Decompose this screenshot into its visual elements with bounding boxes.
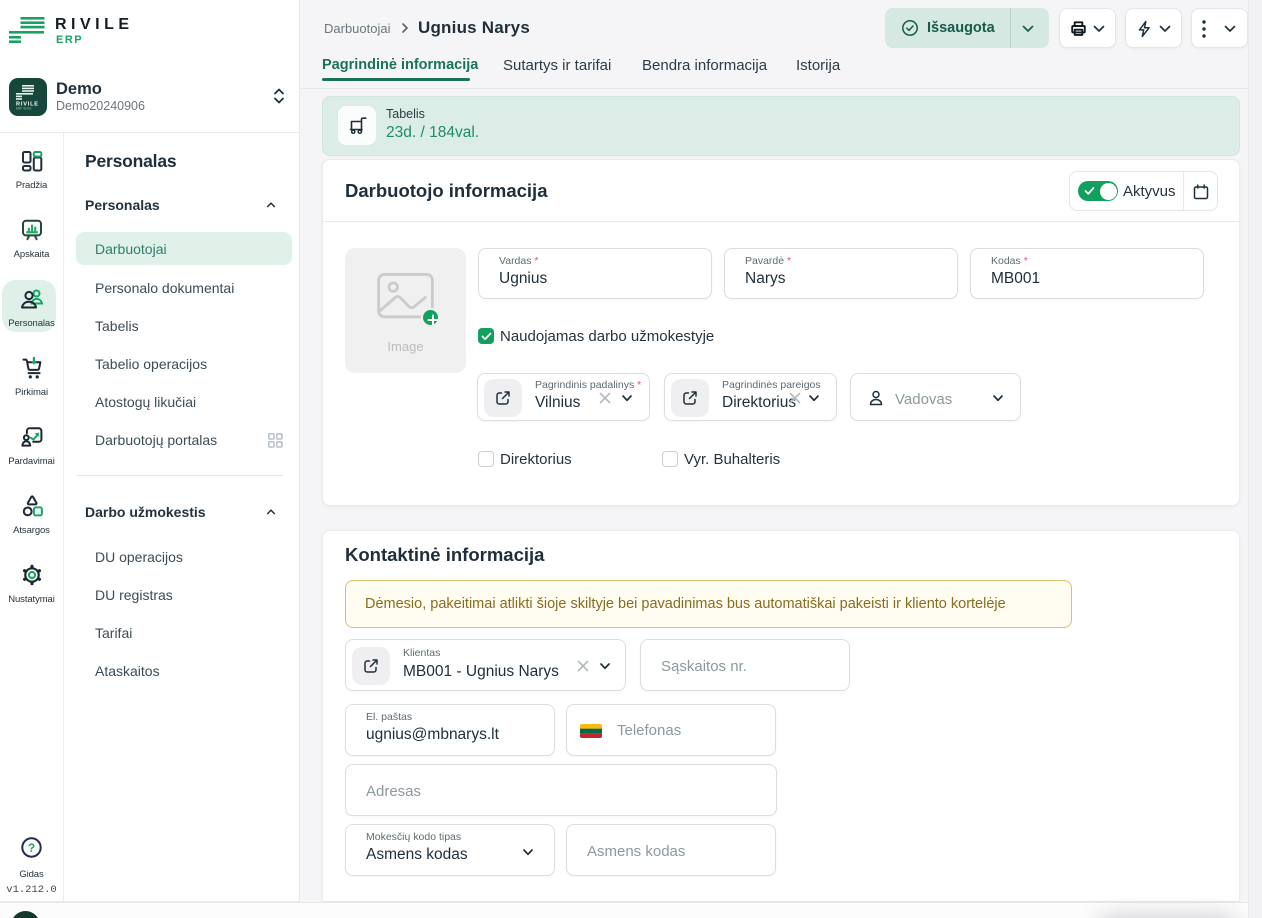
- svg-text:?: ?: [28, 841, 35, 855]
- svg-text:ERP demo: ERP demo: [16, 107, 32, 111]
